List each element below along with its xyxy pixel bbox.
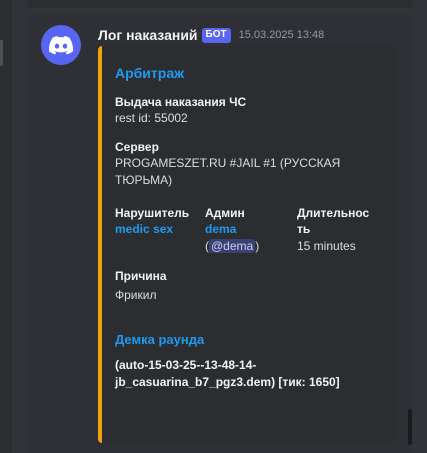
violator-link[interactable]: medic sex: [115, 221, 189, 238]
field-reason-value: Фрикил: [115, 288, 157, 302]
mention-close-paren: ): [255, 239, 260, 253]
scrollbar[interactable]: [408, 409, 412, 445]
field-duration: Длительнос ть 15 minutes: [297, 205, 369, 255]
demo-file-line2: jb_casuarina_b7_pgz3.dem) [тик: 1650]: [115, 375, 340, 389]
field-server-value-line1: PROGAMESZET.RU #JAIL #1 (РУССКАЯ: [115, 156, 341, 170]
previous-message-edge: [28, 0, 412, 8]
field-server-value-line2: ТЮРЬМА): [115, 173, 173, 187]
field-server-name: Сервер: [115, 140, 159, 154]
demo-file-line1: (auto-15-03-25--13-48-14-: [115, 358, 257, 372]
field-server: Сервер PROGAMESZET.RU #JAIL #1 (РУССКАЯ …: [115, 139, 385, 189]
embed-title: Арбитраж: [115, 65, 185, 81]
message-header: Лог наказаний БОТ 15.03.2025 13:48: [98, 26, 324, 44]
admin-mention-line: (@dema): [205, 238, 259, 255]
field-issue-name: Выдача наказания ЧС: [115, 95, 247, 109]
field-duration-name-line1: Длительнос: [297, 206, 370, 220]
server-sidebar-edge: [0, 0, 12, 453]
field-duration-name-line2: ть: [297, 222, 311, 236]
field-issue: Выдача наказания ЧС rest id: 55002: [115, 94, 246, 127]
discord-logo-icon: [49, 35, 73, 54]
sidebar-indicator: [0, 40, 3, 66]
field-issue-value: rest id: 55002: [115, 111, 188, 125]
field-reason-name: Причина: [115, 269, 167, 283]
bot-tag: БОТ: [201, 27, 231, 43]
bot-message[interactable]: Лог наказаний БОТ 15.03.2025 13:48 Арбит…: [28, 14, 412, 453]
field-violator: Нарушитель medic sex: [115, 205, 189, 238]
demo-file: (auto-15-03-25--13-48-14- jb_casuarina_b…: [115, 357, 385, 391]
username[interactable]: Лог наказаний: [98, 27, 198, 43]
embed: Арбитраж Выдача наказания ЧС rest id: 55…: [98, 46, 396, 443]
field-violator-name: Нарушитель: [115, 206, 190, 220]
field-admin: Админ dema (@dema): [205, 205, 259, 255]
admin-link[interactable]: dema: [205, 221, 259, 238]
demo-title-link[interactable]: Демка раунда: [115, 332, 204, 347]
field-reason: Причина Фрикил: [115, 268, 167, 304]
admin-mention[interactable]: @dema: [209, 239, 256, 253]
avatar[interactable]: [41, 25, 81, 65]
field-admin-name: Админ: [205, 206, 245, 220]
field-duration-value: 15 minutes: [297, 239, 356, 253]
timestamp[interactable]: 15.03.2025 13:48: [239, 29, 325, 41]
